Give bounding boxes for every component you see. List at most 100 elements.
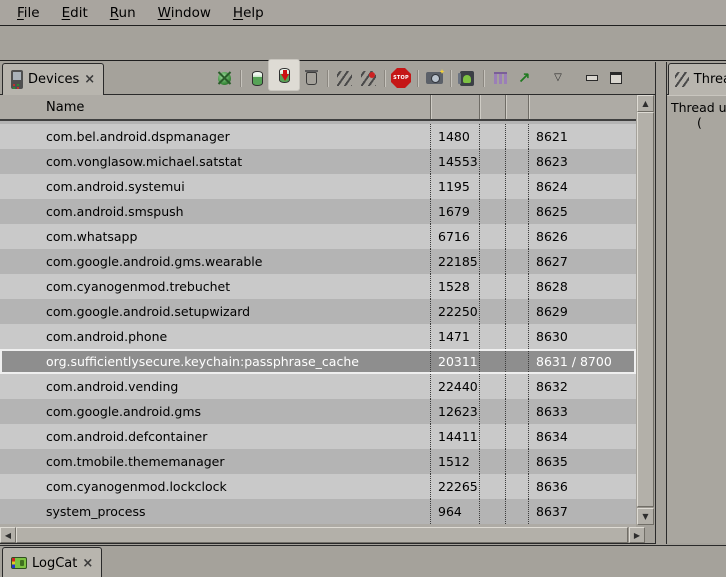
threads-icon: [337, 71, 352, 86]
empty-cell: [505, 449, 528, 474]
menu-item-mnemonic: H: [233, 5, 243, 21]
process-pid: 14411: [430, 424, 479, 449]
start-method-profiling-button[interactable]: [356, 66, 380, 90]
view-hierarchy-icon: [460, 71, 474, 86]
scroll-left-button[interactable]: ◀: [0, 527, 16, 543]
tab-threads[interactable]: Threa: [668, 63, 726, 95]
tab-logcat[interactable]: LogCat ×: [2, 547, 102, 577]
table-row[interactable]: com.vonglasow.michael.satstat145538623: [0, 149, 636, 174]
process-port: 8623: [528, 149, 636, 174]
empty-cell: [505, 174, 528, 199]
screen-capture-button[interactable]: [422, 66, 446, 90]
table-row[interactable]: com.android.defcontainer144118634: [0, 424, 636, 449]
scroll-right-button[interactable]: ▶: [629, 527, 645, 543]
vertical-scrollbar[interactable]: ▲ ▼: [637, 95, 654, 525]
empty-cell: [505, 199, 528, 224]
table-row[interactable]: com.whatsapp67168626: [0, 224, 636, 249]
maximize-icon: [610, 72, 622, 84]
view-menu-button[interactable]: ▽: [546, 66, 570, 90]
empty-cell: [505, 249, 528, 274]
process-pid: 1480: [430, 124, 479, 149]
process-port: 8627: [528, 249, 636, 274]
menu-item-run[interactable]: Run: [99, 2, 147, 24]
empty-cell: [479, 349, 505, 374]
process-port: 8630: [528, 324, 636, 349]
menu-item-edit[interactable]: Edit: [51, 2, 99, 24]
update-heap-button[interactable]: [245, 66, 269, 90]
empty-cell: [505, 224, 528, 249]
menu-item-rest: ile: [24, 5, 40, 21]
menu-item-window[interactable]: Window: [147, 2, 222, 24]
table-row[interactable]: com.tmobile.thememanager15128635: [0, 449, 636, 474]
table-row[interactable]: com.cyanogenmod.trebuchet15288628: [0, 274, 636, 299]
table-row[interactable]: com.cyanogenmod.lockclock222658636: [0, 474, 636, 499]
close-icon[interactable]: ×: [82, 557, 93, 570]
empty-cell: [479, 224, 505, 249]
table-row[interactable]: com.google.android.gms126238633: [0, 399, 636, 424]
devices-toolbar: STOP ↗ ▽: [212, 62, 655, 94]
close-icon[interactable]: ×: [84, 73, 95, 86]
process-name: com.android.smspush: [0, 199, 430, 224]
process-name: com.google.android.gms: [0, 399, 430, 424]
empty-cell: [505, 424, 528, 449]
toolbar-separator: [417, 70, 418, 87]
table-row[interactable]: com.google.android.setupwizard222508629: [0, 299, 636, 324]
pid-column-header[interactable]: [430, 95, 479, 119]
empty-cell: [505, 474, 528, 499]
table-row[interactable]: system_process9648637: [0, 499, 636, 524]
table-row[interactable]: com.android.smspush16798625: [0, 199, 636, 224]
process-pid: 1195: [430, 174, 479, 199]
process-name: com.android.defcontainer: [0, 424, 430, 449]
red-down-arrow-icon: [281, 74, 289, 81]
process-pid: 22250: [430, 299, 479, 324]
thread-updates-message: Thread up: [671, 100, 726, 115]
process-name: com.bel.android.dspmanager: [0, 124, 430, 149]
menu-item-help[interactable]: Help: [222, 2, 275, 24]
threads-profiling-icon: [361, 71, 376, 86]
scroll-down-button[interactable]: ▼: [637, 508, 654, 525]
column-header[interactable]: [479, 95, 505, 119]
process-pid: 20311: [430, 349, 479, 374]
logcat-icon: [11, 557, 27, 569]
menu-item-mnemonic: W: [158, 5, 171, 21]
port-column-header[interactable]: [528, 95, 636, 119]
column-header[interactable]: [505, 95, 528, 119]
maximize-button[interactable]: [604, 66, 628, 90]
empty-cell: [479, 299, 505, 324]
dump-hprof-button[interactable]: [269, 60, 299, 90]
table-row[interactable]: com.android.systemui11958624: [0, 174, 636, 199]
process-name: com.cyanogenmod.lockclock: [0, 474, 430, 499]
threads-icon: [675, 72, 689, 87]
process-table: com.bel.android.dspmanager14808621com.vo…: [0, 124, 636, 524]
table-row[interactable]: org.sufficientlysecure.keychain:passphra…: [0, 349, 636, 374]
horizontal-scrollbar[interactable]: ◀ ▶: [0, 527, 645, 543]
menu-item-rest: elp: [243, 5, 264, 21]
stop-process-button[interactable]: STOP: [389, 66, 413, 90]
empty-cell: [479, 249, 505, 274]
process-port: 8632: [528, 374, 636, 399]
process-name: com.android.phone: [0, 324, 430, 349]
update-threads-button[interactable]: [332, 66, 356, 90]
empty-cell: [479, 174, 505, 199]
scroll-up-button[interactable]: ▲: [637, 95, 654, 112]
systrace-button[interactable]: ↗: [512, 66, 536, 90]
cause-gc-button[interactable]: [299, 66, 323, 90]
vertical-scrollbar-thumb[interactable]: [637, 112, 654, 507]
process-port: 8633: [528, 399, 636, 424]
horizontal-scrollbar-thumb[interactable]: [16, 527, 628, 543]
method-profiling-bars-button[interactable]: [488, 66, 512, 90]
table-row[interactable]: com.android.vending224408632: [0, 374, 636, 399]
table-row[interactable]: com.google.android.gms.wearable221858627: [0, 249, 636, 274]
tab-devices[interactable]: Devices ×: [2, 63, 104, 95]
name-column-header[interactable]: Name: [0, 95, 430, 119]
minimize-button[interactable]: [580, 66, 604, 90]
menu-bar: FileEditRunWindowHelp: [0, 0, 726, 26]
toolbar-separator: [450, 70, 451, 87]
table-row[interactable]: com.bel.android.dspmanager14808621: [0, 124, 636, 149]
process-port: 8636: [528, 474, 636, 499]
debug-process-button[interactable]: [212, 66, 236, 90]
table-row[interactable]: com.android.phone14718630: [0, 324, 636, 349]
menu-item-file[interactable]: File: [6, 2, 51, 24]
dump-view-hierarchy-button[interactable]: [455, 66, 479, 90]
device-phone-icon: [11, 70, 23, 89]
